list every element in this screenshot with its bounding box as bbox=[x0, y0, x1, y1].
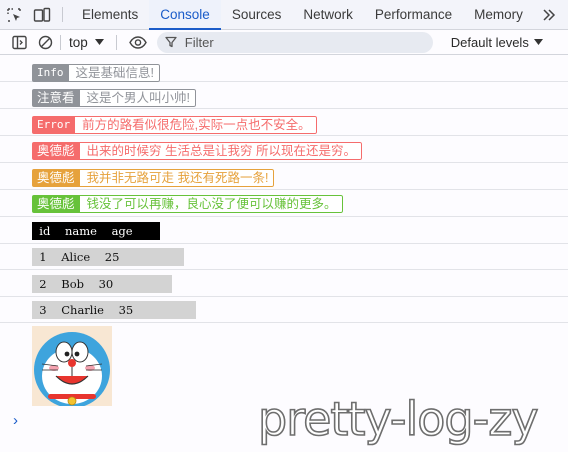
caret-down-icon bbox=[533, 39, 543, 45]
device-toolbar-icon[interactable] bbox=[28, 0, 56, 30]
clear-console-icon[interactable] bbox=[32, 30, 58, 54]
log-tag: Info bbox=[32, 64, 69, 82]
context-selector[interactable]: top bbox=[65, 35, 110, 50]
console-message: 奥德彪 我并非无路可走 我还有死路一条! bbox=[0, 163, 568, 190]
tab-elements[interactable]: Elements bbox=[71, 0, 149, 29]
filter-funnel-icon bbox=[165, 36, 177, 48]
log-tag: 奥德彪 bbox=[32, 142, 80, 160]
table-header: id name age bbox=[32, 222, 160, 240]
console-toolbar: top Filter Default levels bbox=[0, 30, 568, 55]
log-pill: Error 前方的路看似很危险,实际一点也不安全。 bbox=[32, 116, 317, 134]
table-row: 2 Bob 30 bbox=[0, 270, 568, 297]
table-row: 1 Alice 25 bbox=[0, 244, 568, 270]
console-message: 注意看 这是个男人叫小帅! bbox=[0, 82, 568, 109]
log-message: 出来的时候穷 生活总是让我穷 所以现在还是穷。 bbox=[79, 142, 362, 160]
console-message: 奥德彪 出来的时候穷 生活总是让我穷 所以现在还是穷。 bbox=[0, 136, 568, 163]
log-levels-label: Default levels bbox=[450, 34, 529, 50]
tab-network[interactable]: Network bbox=[292, 0, 364, 29]
log-message: 前方的路看似很危险,实际一点也不安全。 bbox=[75, 116, 317, 134]
table-row: 3 Charlie 35 bbox=[0, 297, 568, 323]
console-message: Info 这是基础信息! bbox=[0, 56, 568, 82]
log-pill: 奥德彪 出来的时候穷 生活总是让我穷 所以现在还是穷。 bbox=[32, 142, 362, 160]
doraemon-image bbox=[32, 326, 112, 406]
devtools-tabbar: Elements Console Sources Network Perform… bbox=[0, 0, 568, 30]
log-message: 这是基础信息! bbox=[68, 64, 160, 82]
log-levels-dropdown[interactable]: Default levels bbox=[451, 35, 543, 50]
log-tag: Error bbox=[32, 116, 76, 134]
filter-input[interactable]: Filter bbox=[156, 31, 433, 53]
log-pill: 奥德彪 钱没了可以再赚，良心没了便可以赚的更多。 bbox=[32, 195, 343, 213]
toolbar-divider bbox=[60, 34, 61, 50]
tab-console[interactable]: Console bbox=[149, 0, 221, 30]
table-row-cells: 2 Bob 30 bbox=[32, 275, 172, 293]
log-tag: 注意看 bbox=[32, 89, 80, 107]
table-header-row: id name age bbox=[0, 217, 568, 244]
toolbar-divider bbox=[115, 34, 117, 50]
tab-sources[interactable]: Sources bbox=[221, 0, 293, 29]
console-prompt-input[interactable]: › bbox=[13, 412, 18, 429]
caret-down-icon bbox=[94, 39, 104, 45]
filter-placeholder: Filter bbox=[184, 34, 214, 50]
log-pill: Info 这是基础信息! bbox=[32, 64, 160, 82]
sidebar-toggle-icon[interactable] bbox=[6, 30, 32, 54]
watermark-text: pretty-log-zy bbox=[257, 391, 539, 447]
context-label: top bbox=[69, 34, 88, 50]
log-message: 这是个男人叫小帅! bbox=[79, 89, 196, 107]
table-row-cells: 1 Alice 25 bbox=[32, 248, 184, 266]
tab-performance[interactable]: Performance bbox=[364, 0, 463, 29]
more-tabs-icon[interactable] bbox=[534, 0, 564, 29]
live-expression-eye-icon[interactable] bbox=[125, 30, 151, 54]
log-tag: 奥德彪 bbox=[32, 195, 80, 213]
log-message: 我并非无路可走 我还有死路一条! bbox=[79, 169, 275, 187]
log-pill: 奥德彪 我并非无路可走 我还有死路一条! bbox=[32, 169, 275, 187]
inspect-element-icon[interactable] bbox=[0, 0, 28, 30]
table-row-cells: 3 Charlie 35 bbox=[32, 301, 196, 319]
console-message: Error 前方的路看似很危险,实际一点也不安全。 bbox=[0, 109, 568, 136]
tabbar-divider bbox=[62, 7, 63, 22]
console-message: 奥德彪 钱没了可以再赚，良心没了便可以赚的更多。 bbox=[0, 190, 568, 217]
log-message: 钱没了可以再赚，良心没了便可以赚的更多。 bbox=[79, 195, 343, 213]
log-pill: 注意看 这是个男人叫小帅! bbox=[32, 89, 196, 107]
log-tag: 奥德彪 bbox=[32, 169, 80, 187]
tab-memory[interactable]: Memory bbox=[463, 0, 534, 29]
